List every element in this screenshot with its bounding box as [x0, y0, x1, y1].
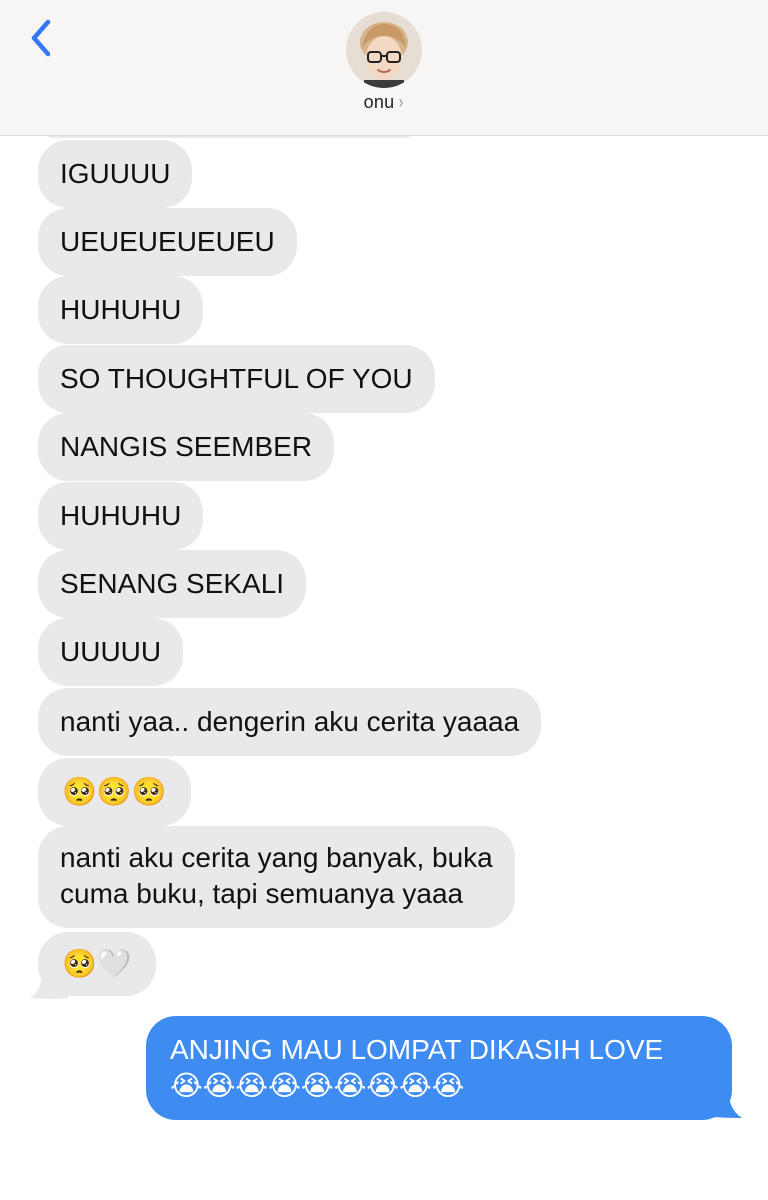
message-text: HUHUHU	[60, 294, 182, 325]
message-bubble[interactable]: UEUEUEUEUEU	[38, 208, 297, 276]
message-bubble[interactable]: HUHUHU	[38, 276, 204, 344]
message-bubble-emoji[interactable]: 🥺🤍	[38, 932, 156, 996]
message-text: SENANG SEKALI	[60, 568, 285, 599]
message-text: IGUUUU	[60, 158, 171, 189]
sent-message-bubble[interactable]: ANJING MAU LOMPAT DIKASIH LOVE 😭😭😭😭😭😭😭😭😭	[146, 1016, 732, 1120]
avatar-photo	[346, 12, 422, 88]
message-bubble[interactable]: SO THOUGHTFUL OF YOU	[38, 345, 435, 413]
message-bubble[interactable]: nanti aku cerita yang banyak, buka cuma …	[38, 826, 515, 928]
message-bubble[interactable]: HUHUHU	[38, 482, 204, 550]
message-text: UUUUU	[60, 636, 162, 667]
message-text-line: ANJING MAU LOMPAT DIKASIH LOVE	[170, 1034, 664, 1065]
chevron-right-icon: ›	[399, 92, 404, 112]
contact-name: onu	[363, 92, 395, 112]
contact-name-button[interactable]: onu ›	[0, 92, 768, 113]
contact-avatar[interactable]	[346, 12, 422, 88]
loudly-crying-face-emoji: 😭😭😭😭😭😭😭😭😭	[170, 1069, 465, 1102]
pleading-face-emoji: 🥺🥺🥺	[62, 775, 167, 808]
message-text: NANGIS SEEMBER	[60, 431, 313, 462]
message-text: nanti yaa.. dengerin aku cerita yaaaa	[60, 706, 520, 737]
message-bubble[interactable]: nanti yaa.. dengerin aku cerita yaaaa	[38, 688, 542, 756]
back-button[interactable]	[22, 16, 62, 60]
chat-screen: onu › IGUUUU UEUEUEUEUEU HUHUHU SO THOUGH…	[0, 0, 768, 1200]
message-text: SO THOUGHTFUL OF YOU	[60, 363, 413, 394]
message-text: UEUEUEUEUEU	[60, 226, 275, 257]
conversation-header: onu ›	[0, 0, 768, 136]
message-bubble[interactable]: UUUUU	[38, 618, 184, 686]
message-text: HUHUHU	[60, 500, 182, 531]
chevron-left-icon	[31, 19, 51, 57]
message-bubble[interactable]: SENANG SEKALI	[38, 550, 307, 618]
message-text-line: cuma buku, tapi semuanya yaaa	[60, 878, 464, 909]
message-bubble[interactable]: IGUUUU	[38, 140, 193, 208]
message-bubble-emoji[interactable]: 🥺🥺🥺	[38, 758, 191, 826]
message-text-line: nanti aku cerita yang banyak, buka	[60, 842, 493, 873]
message-bubble[interactable]: NANGIS SEEMBER	[38, 413, 335, 481]
pleading-face-white-heart-emoji: 🥺🤍	[62, 947, 132, 980]
